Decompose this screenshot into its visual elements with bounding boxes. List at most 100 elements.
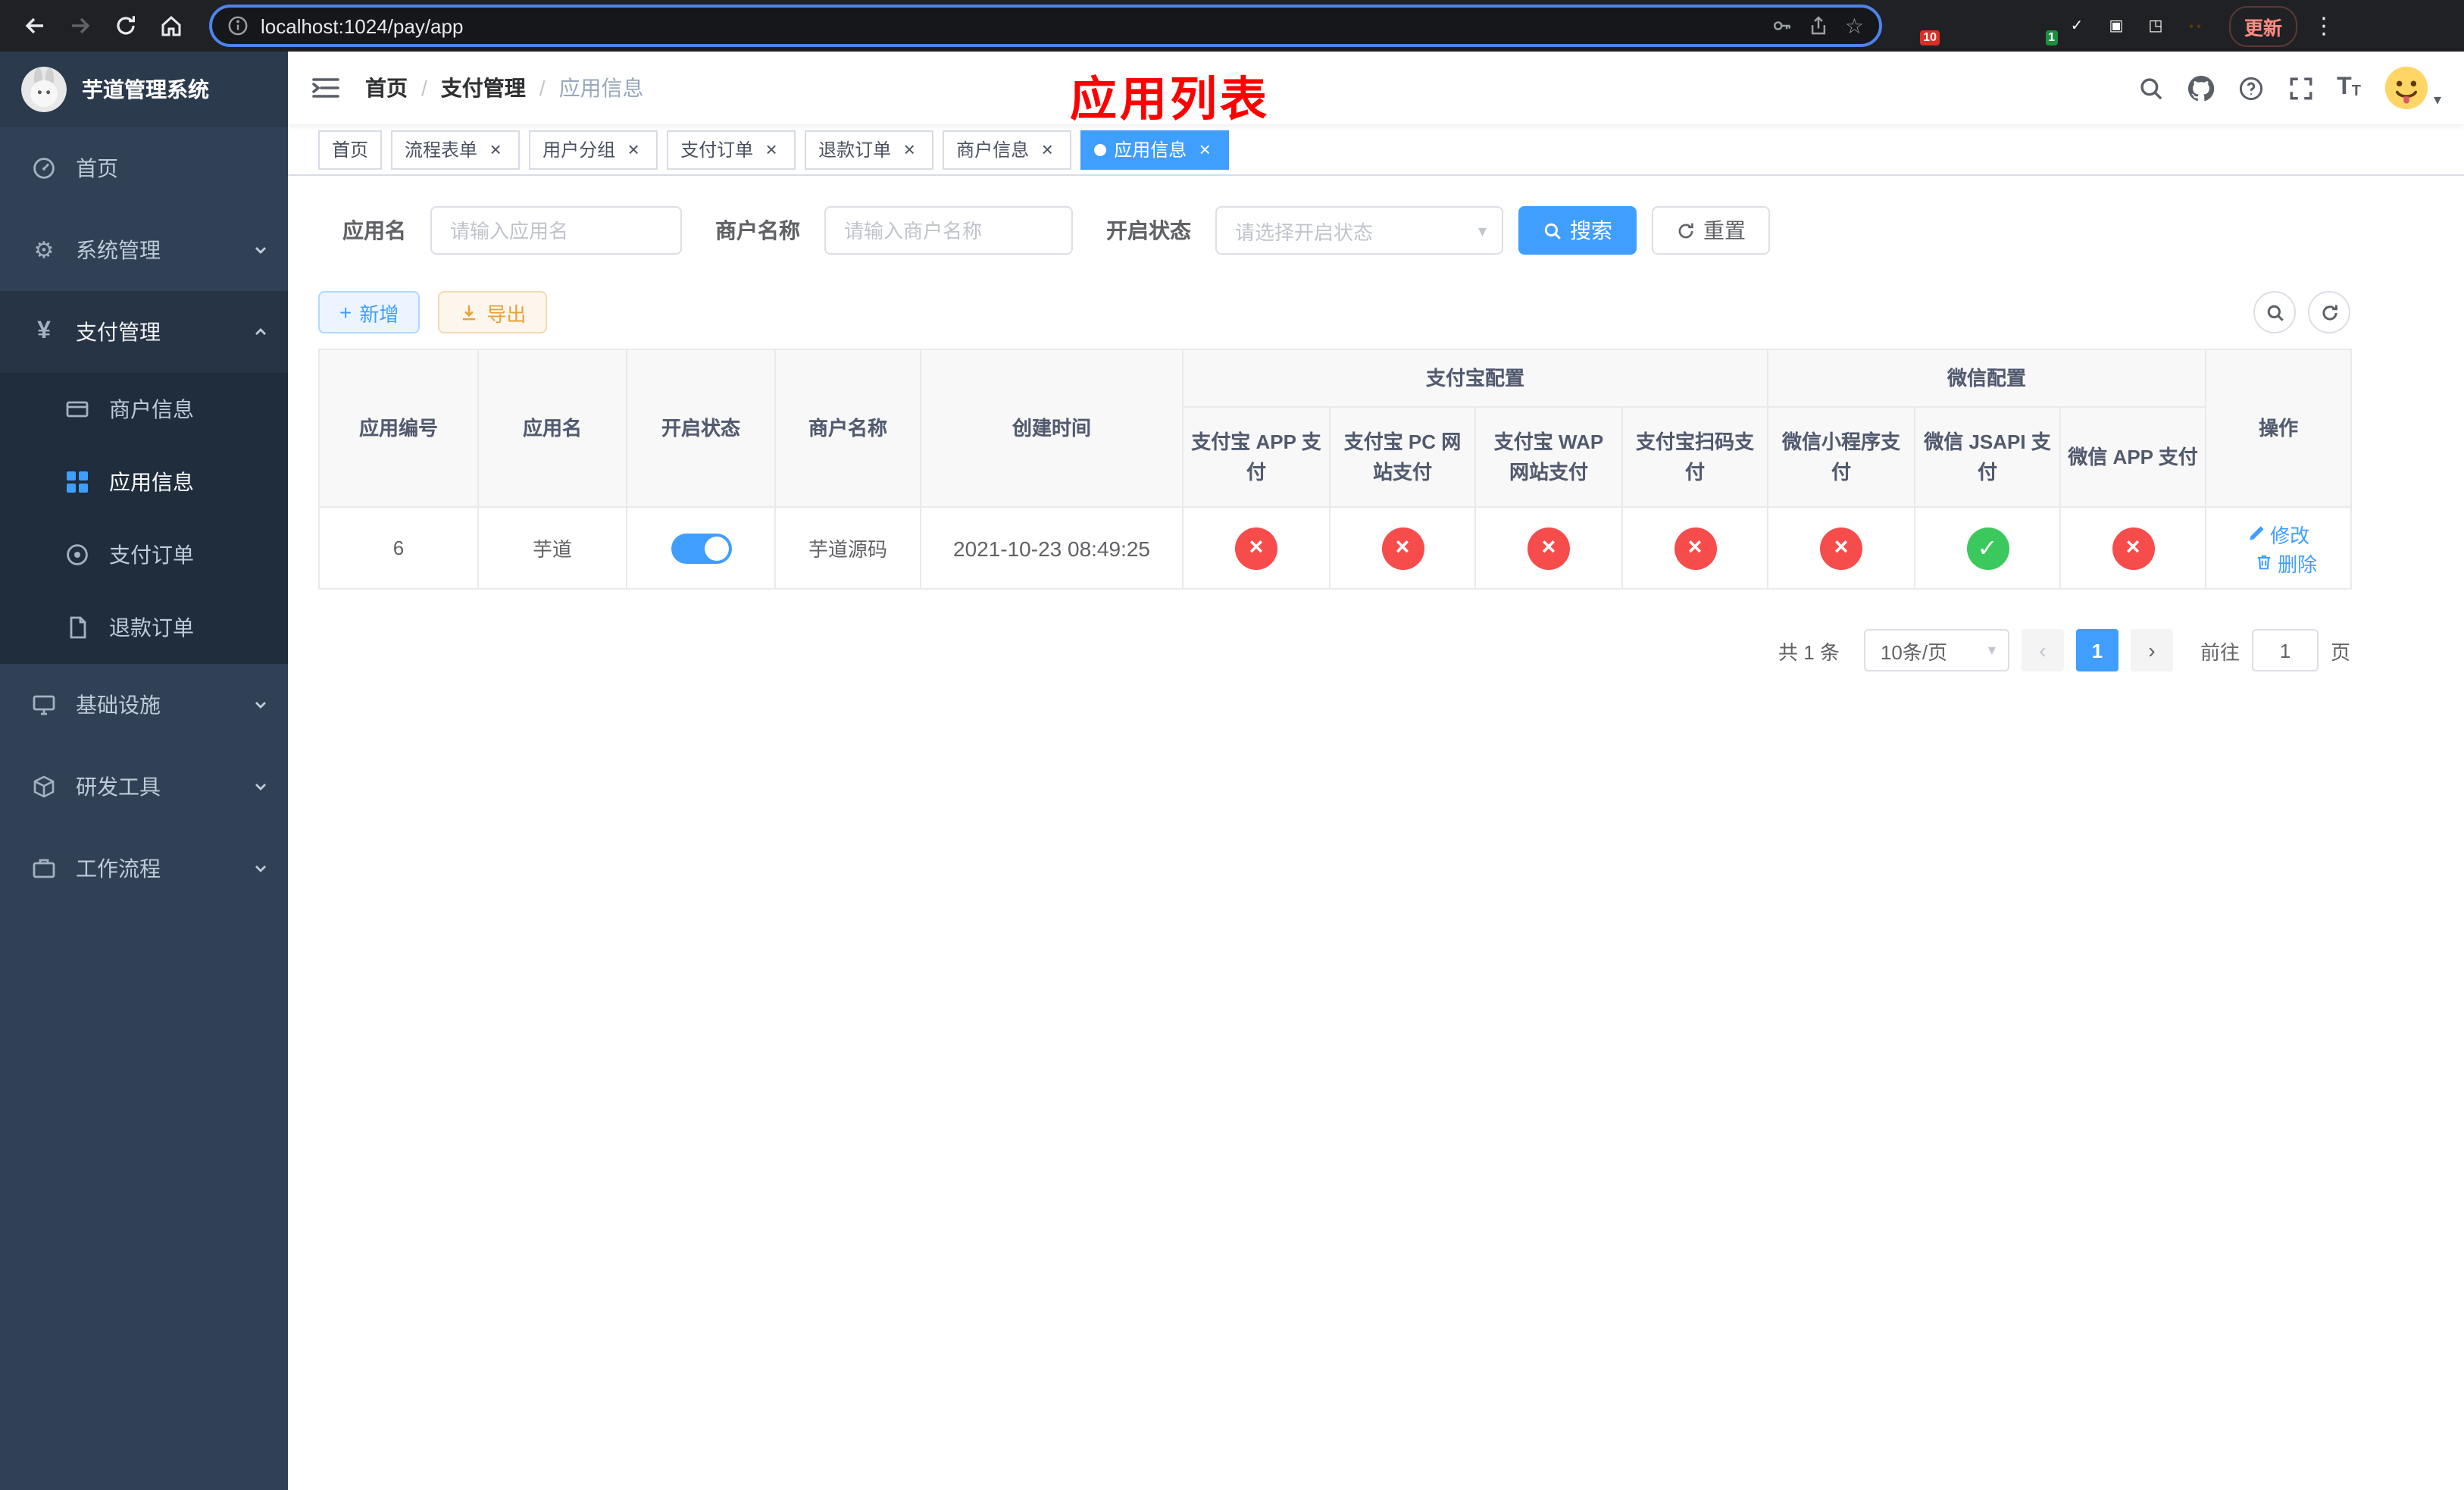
dashboard-icon	[30, 155, 58, 182]
prev-page-button[interactable]: ‹	[2021, 629, 2064, 671]
breadcrumb-home[interactable]: 首页	[365, 73, 408, 103]
pencil-icon	[2250, 526, 2264, 540]
github-icon[interactable]	[2187, 74, 2214, 102]
browser-update-button[interactable]: 更新	[2229, 5, 2298, 46]
app-table: 应用编号 应用名 开启状态 商户名称 创建时间 支付宝配置 微信配置 操作 支付…	[318, 349, 2353, 590]
password-key-icon[interactable]	[1772, 15, 1793, 36]
tab-home[interactable]: 首页	[318, 130, 383, 169]
goto-page-input[interactable]	[2251, 629, 2319, 671]
reset-button[interactable]: 重置	[1652, 206, 1770, 255]
record-circle-icon	[64, 541, 91, 568]
browser-menu-icon[interactable]: ⋮	[2312, 12, 2335, 39]
chevron-down-icon	[252, 696, 270, 714]
sidebar-item-home[interactable]: 首页	[0, 127, 288, 209]
grid-icon	[64, 468, 91, 496]
gear-icon: ⚙	[33, 238, 55, 264]
app-name-input[interactable]	[430, 206, 682, 255]
merchant-name-label: 商户名称	[715, 218, 800, 243]
page-number-active[interactable]: 1	[2075, 629, 2118, 671]
extension-icon-color[interactable]: 1	[2025, 13, 2058, 45]
merchant-name-input[interactable]	[824, 206, 1073, 255]
browser-forward-button[interactable]	[61, 6, 100, 45]
search-button[interactable]: 搜索	[1518, 206, 1637, 255]
app-logo	[21, 67, 67, 112]
extension-icon-puzzle[interactable]: ◳	[2143, 13, 2169, 39]
table-row: 6 芋道 芋道源码 2021-10-23 08:49:25 × × × × × …	[318, 506, 2353, 590]
extension-icon-check[interactable]: ✓	[2064, 13, 2090, 39]
col-wechat-app: 微信 APP 支付	[2059, 406, 2207, 508]
extension-icon-grid[interactable]: 10	[1906, 13, 1940, 45]
extension-icon-dark[interactable]	[1985, 13, 2011, 39]
browser-home-button[interactable]	[152, 6, 191, 45]
status-toggle[interactable]	[671, 533, 731, 563]
goto-unit: 页	[2330, 640, 2350, 663]
cell-app-id: 6	[318, 506, 479, 590]
sidebar-item-system[interactable]: ⚙ 系统管理	[0, 209, 288, 291]
next-page-button[interactable]: ›	[2130, 629, 2173, 671]
share-icon[interactable]	[1809, 15, 1830, 36]
tab-user-group[interactable]: 用户分组 ×	[529, 130, 658, 169]
close-icon[interactable]: ×	[485, 139, 506, 160]
url-bar[interactable]: localhost:1024/pay/app ☆	[209, 5, 1882, 47]
font-size-icon[interactable]: TT	[2337, 75, 2361, 100]
sidebar-item-app-info[interactable]: 应用信息	[0, 446, 288, 518]
sidebar-item-merchant-info[interactable]: 商户信息	[0, 373, 288, 446]
status-select[interactable]: 请选择开启状态 ▾	[1215, 206, 1503, 255]
col-alipay-pc: 支付宝 PC 网站支付	[1329, 406, 1476, 508]
tab-refund-orders[interactable]: 退款订单 ×	[805, 130, 934, 169]
tab-merchant-info[interactable]: 商户信息 ×	[943, 130, 1072, 169]
cell-created: 2021-10-23 08:49:25	[920, 506, 1184, 590]
delete-link[interactable]: 删除	[2255, 548, 2317, 577]
tab-pay-orders[interactable]: 支付订单 ×	[667, 130, 796, 169]
close-icon[interactable]: ×	[899, 139, 920, 160]
sidebar-item-infra[interactable]: 基础设施	[0, 664, 288, 746]
sidebar-item-refund-orders[interactable]: 退款订单	[0, 591, 288, 664]
extension-icon-face[interactable]: • •	[2182, 13, 2208, 39]
sidebar-item-payment[interactable]: ¥ 支付管理	[0, 291, 288, 373]
refresh-table-button[interactable]	[2308, 291, 2350, 333]
alipay-wap-status-icon: ×	[1527, 527, 1570, 569]
search-icon[interactable]	[2137, 74, 2164, 102]
wechat-mini-status-icon: ×	[1820, 527, 1863, 569]
extension-icon-chat[interactable]: ▣	[2103, 13, 2129, 39]
col-app-id: 应用编号	[318, 349, 479, 508]
close-icon[interactable]: ×	[1037, 139, 1058, 160]
document-icon	[64, 614, 91, 641]
extension-icon-drop[interactable]	[1946, 13, 1972, 39]
wechat-app-status-icon: ×	[2112, 527, 2155, 569]
app-logo-row[interactable]: 芋道管理系统	[0, 52, 288, 127]
url-text[interactable]: localhost:1024/pay/app	[261, 14, 1760, 37]
close-icon[interactable]: ×	[623, 139, 644, 160]
tab-process-form[interactable]: 流程表单 ×	[391, 130, 521, 169]
sidebar-item-pay-orders[interactable]: 支付订单	[0, 518, 288, 591]
close-icon[interactable]: ×	[1194, 139, 1215, 160]
add-button[interactable]: + 新增	[318, 291, 421, 333]
browser-back-button[interactable]	[15, 6, 55, 45]
screen: localhost:1024/pay/app ☆ 10 1 ✓ ▣ ◳ • • …	[0, 0, 2464, 1490]
tab-app-info[interactable]: 应用信息 ×	[1080, 130, 1230, 169]
export-button[interactable]: 导出	[438, 291, 548, 333]
breadcrumb-payment[interactable]: 支付管理	[441, 73, 526, 103]
col-group-wechat: 微信配置	[1767, 349, 2207, 408]
chevron-down-icon	[252, 859, 270, 878]
site-info-icon[interactable]	[227, 15, 249, 36]
bookmark-star-icon[interactable]: ☆	[1845, 13, 1864, 39]
user-avatar[interactable]: ▾	[2384, 65, 2441, 111]
toggle-search-button[interactable]	[2253, 291, 2296, 333]
alipay-pc-status-icon: ×	[1381, 527, 1424, 569]
trash-icon	[2257, 555, 2271, 570]
col-actions: 操作	[2205, 349, 2353, 508]
sidebar-toggle-icon[interactable]	[311, 73, 341, 103]
page-size-select[interactable]: 10条/页 ▾	[1863, 629, 2009, 671]
help-icon[interactable]	[2237, 74, 2264, 102]
sidebar-item-dev-tools[interactable]: 研发工具	[0, 746, 288, 828]
fullscreen-icon[interactable]	[2287, 74, 2314, 102]
browser-refresh-button[interactable]	[106, 6, 145, 45]
edit-link[interactable]: 修改	[2247, 519, 2309, 548]
sidebar: 芋道管理系统 首页 ⚙ 系统管理 ¥ 支付管理 商户信息 应用信息 支付订单 退…	[0, 52, 288, 1490]
plus-icon: +	[339, 300, 352, 324]
col-wechat-mini: 微信小程序支付	[1767, 406, 1916, 508]
sidebar-item-workflow[interactable]: 工作流程	[0, 828, 288, 909]
close-icon[interactable]: ×	[761, 139, 782, 160]
pagination: 共 1 条 10条/页 ▾ ‹ 1 › 前往 页	[318, 629, 2350, 671]
